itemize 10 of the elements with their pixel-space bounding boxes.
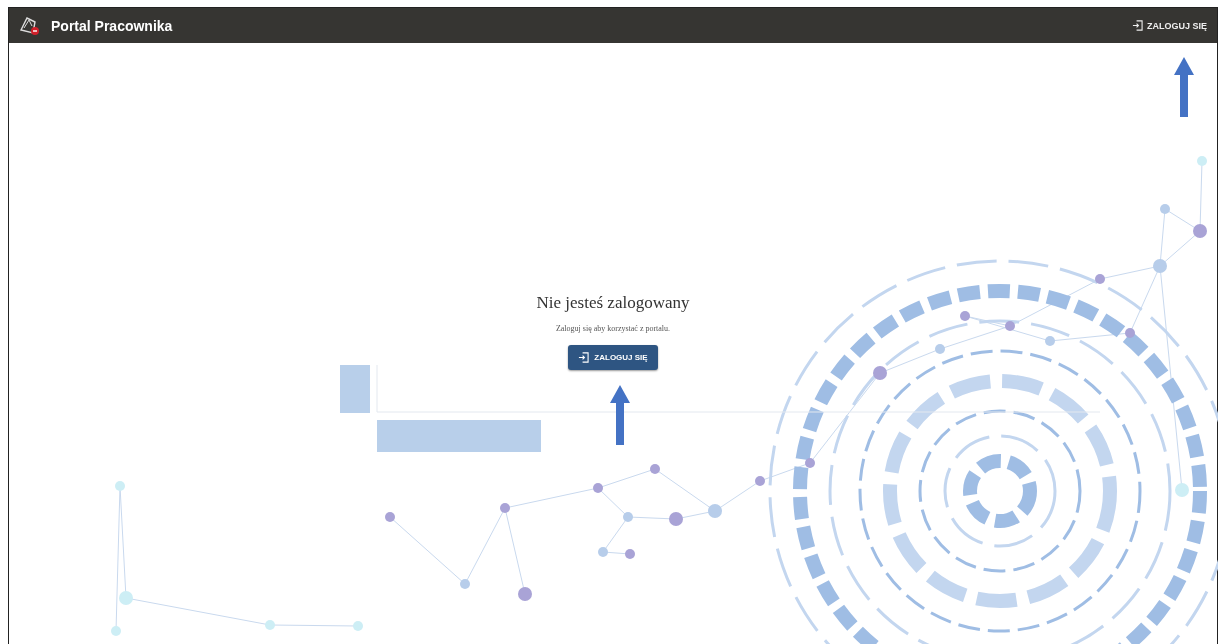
- annotation-arrow: [610, 385, 630, 445]
- not-logged-in-heading: Nie jesteś zalogowany: [536, 293, 690, 313]
- login-message: Zaloguj się aby korzystać z portalu.: [555, 324, 671, 333]
- login-button[interactable]: ZALOGUJ SIĘ: [568, 345, 658, 370]
- logo-icon: [19, 15, 41, 36]
- login-button[interactable]: ZALOGUJ SIĘ: [1130, 17, 1209, 34]
- annotation-arrow: [1174, 57, 1194, 117]
- login-icon: [578, 352, 590, 363]
- login-icon: [1132, 20, 1143, 31]
- portal-title: Portal Pracownika: [51, 17, 173, 34]
